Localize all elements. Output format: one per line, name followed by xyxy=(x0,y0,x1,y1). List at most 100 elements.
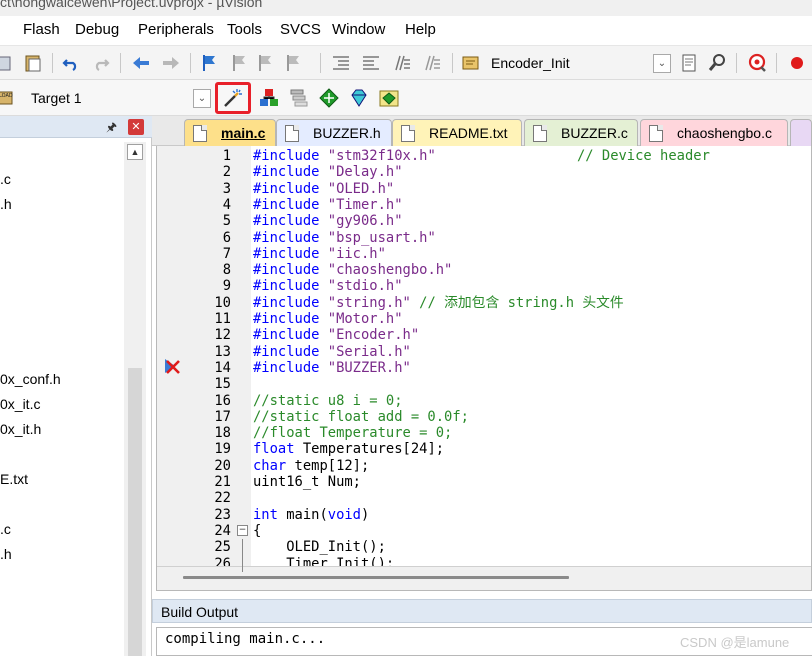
project-tree-item[interactable]: 0x_it.c xyxy=(0,396,40,412)
code-token: "stdio.h" xyxy=(327,278,403,295)
code-text: #include "Delay.h" xyxy=(253,164,403,180)
code-text: #include "iic.h" xyxy=(253,246,386,262)
document-icon[interactable] xyxy=(678,52,700,74)
menu-tools[interactable]: Tools xyxy=(227,21,262,38)
clipboard-icon[interactable] xyxy=(22,52,44,74)
code-line[interactable]: 20 char temp[12]; xyxy=(157,457,811,474)
code-line[interactable]: 17 //static float add = 0.0f; xyxy=(157,409,811,425)
project-tree-item[interactable]: .c xyxy=(0,521,11,537)
line-number: 20 xyxy=(214,457,231,474)
bookmark-clear-icon[interactable] xyxy=(282,52,304,74)
manage-project-icon[interactable] xyxy=(258,87,280,109)
highlight-annotation-box xyxy=(215,82,251,114)
save-icon[interactable] xyxy=(0,52,14,74)
target-combo[interactable]: Target 1 ⌄ xyxy=(30,86,212,110)
find-icon[interactable] xyxy=(706,52,728,74)
code-line[interactable]: 1 #include "stm32f10x.h" // Device header xyxy=(157,148,811,164)
code-line[interactable]: 12 #include "Encoder.h" xyxy=(157,327,811,343)
line-number: 10 xyxy=(214,294,231,311)
fold-toggle-icon[interactable]: − xyxy=(237,524,248,536)
code-line[interactable]: 15 xyxy=(157,376,811,393)
menu-window[interactable]: Window xyxy=(332,21,385,38)
tab-buzzer-c[interactable]: BUZZER.c xyxy=(524,119,638,146)
green-diamond-icon[interactable] xyxy=(318,87,340,109)
project-tree-item[interactable]: 0x_conf.h xyxy=(0,371,61,387)
unindent-icon[interactable] xyxy=(360,52,382,74)
code-line[interactable]: 14 #include "BUZZER.h" xyxy=(157,360,811,376)
project-tree-item[interactable]: .h xyxy=(0,196,12,212)
close-icon[interactable]: ✕ xyxy=(128,119,144,135)
project-tree-item[interactable]: 0x_it.h xyxy=(0,421,41,437)
debug-session-icon[interactable] xyxy=(746,52,768,74)
code-token: //float Temperature = 0; xyxy=(253,425,453,442)
bookmark-icon[interactable] xyxy=(198,52,220,74)
project-panel-scrollbar[interactable]: ▲ xyxy=(124,142,146,656)
multi-gem-icon[interactable] xyxy=(378,87,400,109)
chevron-down-icon[interactable]: ⌄ xyxy=(653,54,671,73)
line-number: 15 xyxy=(214,376,231,393)
code-line[interactable]: 7 #include "iic.h" xyxy=(157,246,811,262)
gem-icon[interactable] xyxy=(348,87,370,109)
menu-flash[interactable]: Flash xyxy=(23,21,60,38)
code-line[interactable]: 11 #include "Motor.h" xyxy=(157,311,811,327)
code-line[interactable]: 4 #include "Timer.h" xyxy=(157,197,811,213)
code-line[interactable]: 23 int main(void) xyxy=(157,507,811,523)
tab-main-c[interactable]: main.c xyxy=(184,119,276,146)
project-tree-item[interactable]: .c xyxy=(0,171,11,187)
function-combo[interactable]: Encoder_Init ⌄ xyxy=(490,51,672,75)
stack-icon[interactable] xyxy=(288,87,310,109)
find-in-files-icon[interactable] xyxy=(460,52,482,74)
breakpoint-icon[interactable] xyxy=(786,52,808,74)
menu-debug[interactable]: Debug xyxy=(75,21,119,38)
undo-icon[interactable] xyxy=(60,52,82,74)
uncomment-icon[interactable] xyxy=(420,52,442,74)
editor-horizontal-scrollbar[interactable] xyxy=(157,566,811,590)
code-line[interactable]: 21 uint16_t Num; xyxy=(157,474,811,490)
tab-overflow[interactable] xyxy=(790,119,812,146)
code-line[interactable]: 24 { xyxy=(157,522,811,539)
indent-icon[interactable] xyxy=(330,52,352,74)
tab-buzzer-h[interactable]: BUZZER.h xyxy=(276,119,392,146)
code-text: #include "stm32f10x.h" // Device header xyxy=(253,148,710,164)
code-line[interactable]: 10 #include "string.h" // 添加包含 string.h 头… xyxy=(157,294,811,311)
code-token: { xyxy=(253,522,262,539)
nav-back-icon[interactable] xyxy=(130,52,152,74)
code-line[interactable]: 2 #include "Delay.h" xyxy=(157,164,811,180)
code-line[interactable]: 22 xyxy=(157,490,811,506)
comment-icon[interactable] xyxy=(390,52,412,74)
code-editor[interactable]: 1 #include "stm32f10x.h" // Device header… xyxy=(156,146,812,591)
breakpoint-error-marker-icon[interactable] xyxy=(163,357,181,375)
menu-help[interactable]: Help xyxy=(405,21,436,38)
menu-peripherals[interactable]: Peripherals xyxy=(138,21,214,38)
bookmark-prev-icon[interactable] xyxy=(228,52,250,74)
bookmark-next-icon[interactable] xyxy=(254,52,276,74)
scrollbar-thumb[interactable] xyxy=(128,368,142,656)
tab-chaoshengbo-c[interactable]: chaoshengbo.c xyxy=(640,119,788,146)
code-line[interactable]: 8 #include "chaoshengbo.h" xyxy=(157,262,811,278)
code-line[interactable]: 5 #include "gy906.h" xyxy=(157,213,811,229)
scrollbar-thumb[interactable] xyxy=(183,576,569,579)
download-icon[interactable]: LOAD xyxy=(0,87,16,109)
code-text: #include "Serial.h" xyxy=(253,344,411,360)
project-tree-item[interactable]: E.txt xyxy=(0,471,28,487)
menu-svcs[interactable]: SVCS xyxy=(280,21,321,38)
code-line[interactable]: 18 //float Temperature = 0; xyxy=(157,425,811,442)
code-line[interactable]: 3 #include "OLED.h" xyxy=(157,180,811,197)
chevron-down-icon[interactable]: ⌄ xyxy=(193,89,211,108)
pin-icon[interactable]: 🖈 xyxy=(106,118,117,139)
code-line[interactable]: 13 #include "Serial.h" xyxy=(157,344,811,360)
code-line[interactable]: 9 #include "stdio.h" xyxy=(157,278,811,295)
code-text: #include "Motor.h" xyxy=(253,311,403,327)
code-line[interactable]: 16 //static u8 i = 0; xyxy=(157,393,811,409)
code-line[interactable]: 6 #include "bsp_usart.h" xyxy=(157,230,811,246)
code-token: "OLED.h" xyxy=(327,180,395,197)
tab-readme-txt[interactable]: README.txt xyxy=(392,119,522,146)
project-tree-item[interactable]: .h xyxy=(0,546,12,562)
nav-forward-icon[interactable] xyxy=(160,52,182,74)
code-line[interactable]: 25 OLED_Init(); xyxy=(157,539,811,555)
code-line[interactable]: 19 float Temperatures[24]; xyxy=(157,441,811,457)
scroll-up-icon[interactable]: ▲ xyxy=(127,144,143,160)
redo-icon[interactable] xyxy=(90,52,112,74)
line-number: 18 xyxy=(214,425,231,442)
